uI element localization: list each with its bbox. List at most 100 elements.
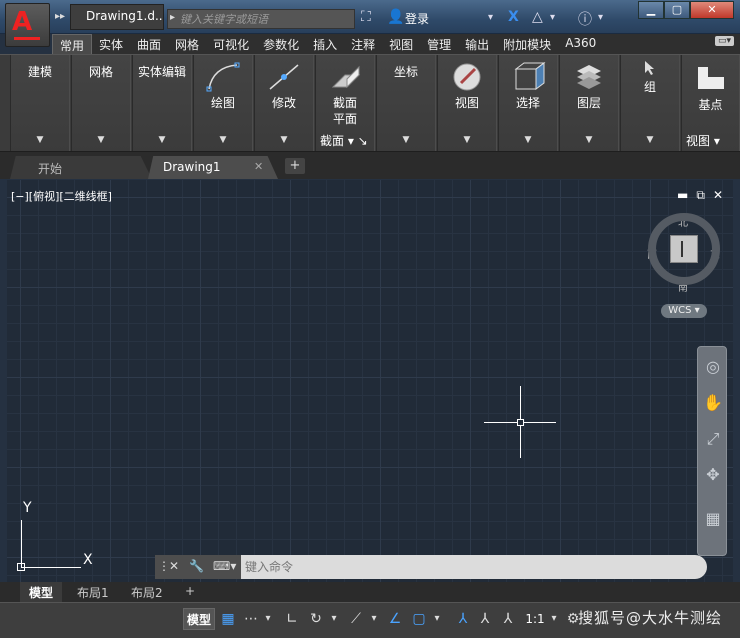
file-tab-start[interactable]: 开始 <box>10 156 152 179</box>
polar-dropdown-icon[interactable]: ▾ <box>328 608 340 630</box>
application-menu-button[interactable]: A <box>5 3 50 47</box>
minimize-icon[interactable]: ▁ <box>638 1 664 19</box>
viewcube-top-face[interactable] <box>670 235 698 263</box>
tab-annotate[interactable]: 注释 <box>344 34 382 54</box>
ucs-icon: Y X <box>17 500 97 572</box>
orbit-icon[interactable]: ✥ <box>701 463 725 487</box>
a360-triangle-icon[interactable]: △ <box>532 9 543 29</box>
isodraft-icon[interactable]: ⟋ <box>346 608 366 630</box>
viewcube-face-mark <box>681 241 683 257</box>
snap-mode-icon[interactable]: ⋯ <box>241 608 261 630</box>
viewcube[interactable] <box>648 213 720 285</box>
panel-draw-dropdown-icon[interactable]: ▼ <box>220 135 227 145</box>
command-recent-icon[interactable]: ⌨▾ <box>213 559 236 573</box>
viewport-restore-icon[interactable]: ⧉ <box>696 188 705 203</box>
ortho-mode-icon[interactable]: ∟ <box>282 608 302 630</box>
showmotion-icon[interactable]: ▦ <box>701 507 725 531</box>
panel-view-footer[interactable]: 视图 ▾ <box>686 132 720 149</box>
help-dropdown-icon[interactable]: ▾ <box>598 12 603 32</box>
panel-base-view[interactable]: 基点 视图 ▾ <box>681 55 740 151</box>
panel-solid-edit-dropdown-icon[interactable]: ▼ <box>159 135 166 145</box>
tab-mesh[interactable]: 网格 <box>168 34 206 54</box>
user-icon[interactable]: 👤 <box>387 9 404 29</box>
tab-manage[interactable]: 管理 <box>420 34 458 54</box>
model-space-button[interactable]: 模型 <box>183 608 215 630</box>
command-input[interactable] <box>245 558 685 576</box>
wcs-menu[interactable]: WCS ▾ <box>661 304 707 318</box>
tab-addins[interactable]: 附加模块 <box>496 34 558 54</box>
search-input[interactable] <box>180 11 350 27</box>
zoom-extents-icon[interactable]: ⤢ <box>701 427 725 451</box>
annotation-scale-icon[interactable]: ⅄ <box>498 608 518 630</box>
tab-visualize[interactable]: 可视化 <box>206 34 256 54</box>
close-tab-icon[interactable]: ✕ <box>254 160 263 173</box>
steering-wheel-icon[interactable]: ◎ <box>701 355 725 379</box>
help-icon[interactable]: ⓘ <box>578 9 592 29</box>
viewport-controls-label[interactable]: [−][俯视][二维线框] <box>11 188 112 204</box>
panel-view[interactable]: 视图 ▼ <box>437 55 497 151</box>
binoculars-icon[interactable]: ⛶ <box>361 9 371 29</box>
panel-solid-edit[interactable]: 实体编辑 ▼ <box>132 55 192 151</box>
panel-section[interactable]: 截面 平面 截面 ▾ ↘ <box>315 55 375 151</box>
scale-dropdown-icon[interactable]: ▾ <box>548 608 560 630</box>
layout-tab-model[interactable]: 模型 <box>20 582 63 602</box>
new-tab-button[interactable]: + <box>285 158 305 174</box>
command-close-icon[interactable]: ✕ <box>169 559 179 573</box>
panel-modeling[interactable]: 建模 ▼ <box>10 55 70 151</box>
panel-selection-dropdown-icon[interactable]: ▼ <box>525 135 532 145</box>
close-icon[interactable]: ✕ <box>690 1 734 19</box>
panel-layers-dropdown-icon[interactable]: ▼ <box>586 135 593 145</box>
login-dropdown-icon[interactable]: ▾ <box>488 12 493 32</box>
command-customize-wrench-icon[interactable]: 🔧 <box>189 559 204 573</box>
panel-mesh-dropdown-icon[interactable]: ▼ <box>98 135 105 145</box>
grid-display-icon[interactable]: ▦ <box>218 608 238 630</box>
object-snap-icon[interactable]: ▢ <box>409 608 429 630</box>
tab-output[interactable]: 输出 <box>458 34 496 54</box>
quick-access-expand-icon[interactable]: ▸▸ <box>52 9 68 25</box>
tab-parametric[interactable]: 参数化 <box>256 34 306 54</box>
panel-layers[interactable]: 图层 ▼ <box>559 55 619 151</box>
panel-groups-dropdown-icon[interactable]: ▼ <box>647 135 654 145</box>
file-tab-drawing1[interactable]: Drawing1 ✕ <box>148 156 278 179</box>
layout-tab-layout2[interactable]: 布局2 <box>122 582 172 602</box>
object-snap-dropdown-icon[interactable]: ▾ <box>431 608 443 630</box>
drawing-canvas[interactable]: [−][俯视][二维线框] ▬ ⧉ ✕ 北 南 西 东 WCS ▾ ◎ ✋ ⤢ … <box>7 180 733 582</box>
panel-draw[interactable]: 绘图 ▼ <box>193 55 253 151</box>
annotation-visibility-icon[interactable]: ⅄ <box>453 608 473 630</box>
panel-selection[interactable]: 选择 ▼ <box>498 55 558 151</box>
panel-modeling-label: 建模 <box>27 65 52 79</box>
panel-section-footer[interactable]: 截面 ▾ ↘ <box>320 132 368 149</box>
search-expand-icon[interactable]: ▸ <box>170 12 175 23</box>
tab-surface[interactable]: 曲面 <box>130 34 168 54</box>
tab-insert[interactable]: 插入 <box>306 34 344 54</box>
pan-hand-icon[interactable]: ✋ <box>701 391 725 415</box>
search-box[interactable]: ▸ <box>167 9 355 29</box>
viewport-minimize-icon[interactable]: ▬ <box>677 188 688 203</box>
login-link[interactable]: 登录 <box>405 10 429 27</box>
tab-a360[interactable]: A360 <box>558 34 603 54</box>
add-layout-icon[interactable]: + <box>176 582 204 602</box>
tab-home[interactable]: 常用 <box>52 34 93 54</box>
panel-modify-dropdown-icon[interactable]: ▼ <box>281 135 288 145</box>
a360-dropdown-icon[interactable]: ▾ <box>550 12 555 32</box>
tab-solid[interactable]: 实体 <box>92 34 130 54</box>
exchange-x-icon[interactable]: X <box>508 9 519 29</box>
layout-tab-layout1[interactable]: 布局1 <box>68 582 118 602</box>
viewport-close-icon[interactable]: ✕ <box>713 188 723 203</box>
panel-modify[interactable]: 修改 ▼ <box>254 55 314 151</box>
object-snap-tracking-icon[interactable]: ∠ <box>385 608 405 630</box>
isodraft-dropdown-icon[interactable]: ▾ <box>368 608 380 630</box>
panel-coordinates-dropdown-icon[interactable]: ▼ <box>403 135 410 145</box>
polar-tracking-icon[interactable]: ↻ <box>306 608 326 630</box>
panel-coordinates[interactable]: 坐标 ▼ <box>376 55 436 151</box>
auto-scale-icon[interactable]: ⅄ <box>475 608 495 630</box>
panel-mesh[interactable]: 网格 ▼ <box>71 55 131 151</box>
tab-view[interactable]: 视图 <box>382 34 420 54</box>
annotation-scale-value[interactable]: 1:1 <box>522 608 548 630</box>
snap-dropdown-icon[interactable]: ▾ <box>262 608 274 630</box>
maximize-icon[interactable]: ▢ <box>664 1 690 19</box>
panel-modeling-dropdown-icon[interactable]: ▼ <box>37 135 44 145</box>
panel-view-dropdown-icon[interactable]: ▼ <box>464 135 471 145</box>
panel-groups[interactable]: 组 ▼ <box>620 55 680 151</box>
ribbon-minimize-icon[interactable]: ▭▾ <box>714 36 734 46</box>
